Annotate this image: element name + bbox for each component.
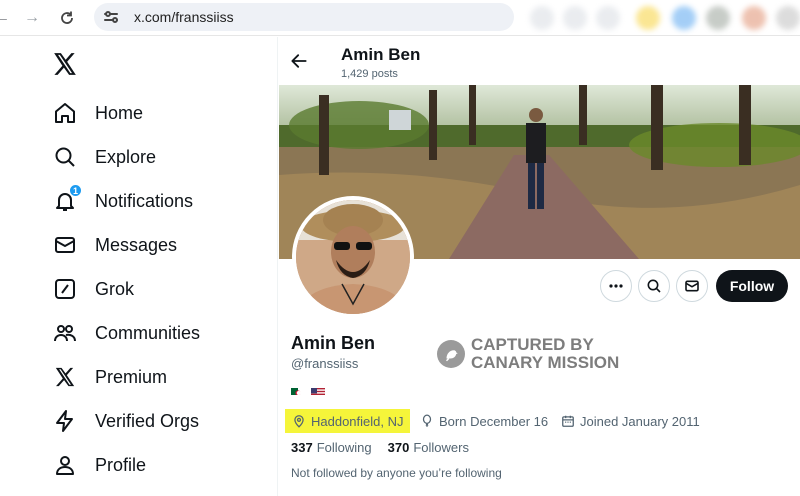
sidebar-item-notifications[interactable]: 1 Notifications bbox=[52, 184, 194, 215]
extension-icon[interactable] bbox=[563, 6, 587, 30]
back-nav-icon[interactable]: ← bbox=[0, 6, 14, 30]
forward-nav-icon[interactable]: → bbox=[20, 6, 44, 30]
sidebar-item-verified-orgs[interactable]: Verified Orgs bbox=[52, 407, 199, 435]
profile-name: Amin Ben bbox=[291, 333, 376, 353]
header-name: Amin Ben bbox=[341, 45, 421, 64]
profile-header-bar: Amin Ben 1,429 posts bbox=[279, 37, 800, 85]
profile-avatar[interactable] bbox=[292, 196, 414, 318]
bolt-icon bbox=[52, 408, 78, 434]
url-text: x.com/franssiiss bbox=[134, 9, 234, 25]
profile-join-date: Joined January 2011 bbox=[560, 409, 700, 433]
followers-link[interactable]: 370 Followers bbox=[388, 440, 469, 455]
us-flag-icon bbox=[311, 385, 325, 395]
followers-count: 370 bbox=[387, 440, 410, 455]
sidebar-item-label: Verified Orgs bbox=[95, 410, 200, 431]
reload-icon[interactable] bbox=[55, 6, 79, 30]
people-icon bbox=[52, 320, 78, 346]
browser-toolbar: ← → x.com/franssiiss bbox=[0, 0, 800, 36]
followed-by-text: Not followed by anyone you’re following bbox=[291, 466, 502, 480]
location-pin-icon bbox=[291, 413, 307, 429]
extension-icon[interactable] bbox=[776, 6, 800, 30]
sidebar-item-label: Profile bbox=[95, 454, 147, 475]
sidebar-item-label: Communities bbox=[95, 322, 201, 343]
search-icon bbox=[52, 144, 78, 170]
following-count: 337 bbox=[291, 440, 313, 455]
sidebar-item-label: Home bbox=[95, 102, 144, 123]
followers-label: Followers bbox=[413, 440, 469, 455]
bio-flags bbox=[291, 385, 325, 395]
address-bar[interactable]: x.com/franssiiss bbox=[94, 3, 514, 31]
sidebar-item-premium[interactable]: Premium bbox=[52, 363, 167, 391]
header-post-count: 1,429 posts bbox=[341, 68, 398, 80]
sidebar-item-label: Grok bbox=[95, 278, 135, 299]
sidebar: Home Explore 1 Notifications Messages Gr… bbox=[0, 37, 278, 496]
calendar-icon bbox=[560, 413, 576, 429]
extension-icon[interactable] bbox=[530, 6, 554, 30]
person-icon bbox=[52, 452, 78, 478]
envelope-icon bbox=[52, 232, 78, 258]
algeria-flag-icon bbox=[291, 385, 305, 395]
message-button[interactable] bbox=[676, 270, 708, 302]
back-arrow-icon[interactable] bbox=[289, 51, 311, 73]
profile-location: Haddonfield, NJ bbox=[285, 409, 410, 433]
location-text: Haddonfield, NJ bbox=[311, 413, 404, 429]
canary-mission-watermark: CAPTURED BY CANARY MISSION bbox=[437, 336, 619, 372]
envelope-icon bbox=[685, 280, 699, 292]
sidebar-item-home[interactable]: Home bbox=[52, 99, 143, 127]
follow-stats: 337 Following 370 Followers bbox=[291, 440, 469, 455]
extension-icon[interactable] bbox=[672, 6, 696, 30]
more-options-button[interactable] bbox=[600, 270, 632, 302]
profile-handle: @franssiiss bbox=[291, 356, 359, 371]
search-icon bbox=[647, 279, 661, 293]
sidebar-item-label: Explore bbox=[95, 146, 157, 167]
x-logo-icon bbox=[52, 364, 78, 390]
sidebar-item-label: Messages bbox=[95, 234, 178, 255]
home-icon bbox=[52, 100, 78, 126]
following-link[interactable]: 337 Following bbox=[291, 440, 372, 455]
notification-badge: 1 bbox=[69, 184, 82, 197]
birthdate-text: Born December 16 bbox=[439, 413, 549, 429]
following-label: Following bbox=[316, 440, 372, 455]
sidebar-item-label: Premium bbox=[95, 366, 168, 387]
join-date-text: Joined January 2011 bbox=[580, 413, 700, 429]
extension-icon[interactable] bbox=[636, 6, 660, 30]
grok-icon bbox=[52, 276, 78, 302]
sidebar-item-label: Notifications bbox=[95, 190, 194, 211]
bell-icon: 1 bbox=[52, 184, 82, 214]
search-profile-button[interactable] bbox=[638, 270, 670, 302]
extension-icon[interactable] bbox=[742, 6, 766, 30]
profile-main: Amin Ben 1,429 posts Follow Amin Ben @fr… bbox=[279, 37, 800, 496]
watermark-line-1: CAPTURED BY bbox=[471, 335, 594, 354]
site-settings-icon[interactable] bbox=[104, 10, 122, 24]
sidebar-item-explore[interactable]: Explore bbox=[52, 143, 156, 171]
watermark-line-2: CANARY MISSION bbox=[471, 353, 620, 372]
sidebar-item-communities[interactable]: Communities bbox=[52, 319, 200, 347]
sidebar-item-profile[interactable]: Profile bbox=[52, 451, 146, 479]
sidebar-item-grok[interactable]: Grok bbox=[52, 275, 134, 303]
extension-icon[interactable] bbox=[706, 6, 730, 30]
canary-bird-icon bbox=[437, 340, 465, 368]
sidebar-item-messages[interactable]: Messages bbox=[52, 231, 177, 259]
balloon-icon bbox=[419, 413, 435, 429]
profile-birthdate: Born December 16 bbox=[419, 409, 548, 433]
x-logo-icon[interactable] bbox=[52, 51, 80, 79]
follow-button[interactable]: Follow bbox=[716, 270, 788, 302]
more-dots-icon bbox=[609, 284, 623, 288]
extension-icon[interactable] bbox=[596, 6, 620, 30]
